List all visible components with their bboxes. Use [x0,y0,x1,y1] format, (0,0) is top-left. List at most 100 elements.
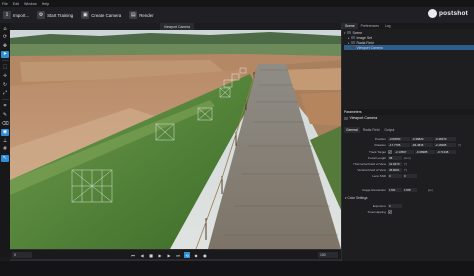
color-settings-section[interactable]: ▾ Color Settings [345,196,368,200]
tree-item-label: Radia Field [356,40,374,45]
hfov-field[interactable]: 41.9270 [388,161,402,166]
param-row-vfov: Vertical Field of View 45.8001 [°] [342,167,474,172]
param-row-track-target: Track Target ✓ -2.13567 -0.68985 -0.7134… [342,149,474,154]
viewport-3d[interactable] [10,30,341,249]
param-label: Exposure [372,203,386,208]
skip-start-icon[interactable]: ⏮ [130,252,136,258]
left-tool-strip: ⌂ ⟳ ✥ ➤ ⬚ ✛ ↻ ⤢ ⌗ ✎ ⌫ ◉ ⟂ # ↖ [0,23,10,257]
parameters-title: Viewport Camera [344,116,377,120]
brush-icon[interactable]: ✎ [1,112,9,119]
tab-log[interactable]: Log [382,23,394,29]
status-bar [0,261,474,276]
param-row-rotation: Rotation -17.7765 -84.4815 -2.18265 [°] [342,142,474,147]
home-icon[interactable]: ⌂ [1,25,9,32]
move-icon[interactable]: ✛ [1,73,9,80]
param-row-exposure: Exposure 0 [342,203,474,208]
select-icon[interactable]: ⬚ [1,64,9,71]
param-label: Horizontal Field of View [353,161,386,166]
keyframe-icon[interactable]: ◆ [193,252,199,258]
stop-icon[interactable]: ■ [148,252,154,258]
tree-item-label: Image Set [356,35,372,40]
unit-label: [°] [404,161,407,166]
pan-icon[interactable]: ✥ [1,42,9,49]
step-back-icon[interactable]: ◀ [139,252,145,258]
rotation-x-field[interactable]: -17.7765 [388,142,410,147]
track-target-y-field[interactable]: -0.68985 [415,149,435,154]
unit-label: [°] [458,142,461,147]
tree-item-viewport-camera[interactable]: Viewport Camera [344,45,474,50]
timeline-start-field[interactable]: 0 [12,252,32,258]
eraser-icon[interactable]: ⌫ [1,120,9,127]
param-label: Vertical Field of View [357,167,386,172]
menu-file[interactable]: File [2,2,8,6]
viewport-tab-bar: Viewport Camera [10,23,341,30]
rotation-y-field[interactable]: -84.4815 [411,142,433,147]
brand-logo: postshot [427,9,468,18]
render-label: Render [139,12,154,18]
lens-shift-x-field[interactable]: 0 [388,173,402,178]
record-icon[interactable]: ● [202,252,208,258]
render-button[interactable]: ▤ Render [129,11,154,19]
pointer-icon[interactable]: ↖ [1,154,9,162]
timeline-end-field[interactable]: 100 [318,252,338,258]
camera-tool-icon[interactable]: ◉ [1,128,9,136]
scale-icon[interactable]: ⤢ [1,90,9,97]
timeline-bar: 0 ⏮ ◀ ■ ▶ ▶ ⏭ ⟲ ◆ ● 100 [10,249,341,261]
grid-icon[interactable]: # [1,146,9,153]
menu-edit[interactable]: Edit [13,2,19,6]
camera-icon [351,46,355,49]
track-target-checkbox[interactable]: ✓ [388,149,392,154]
import-icon: ⇩ [3,11,11,19]
param-label: Track Target [368,149,386,154]
orbit-icon[interactable]: ⟳ [1,34,9,41]
tab-preferences[interactable]: Preferences [358,23,382,29]
color-settings-label: Color Settings [347,196,368,200]
import-button[interactable]: ⇩ Import... [3,11,29,19]
tree-item-label: Viewport Camera [356,45,383,50]
tab-radia-field[interactable]: Radia Field [361,127,382,133]
position-x-field[interactable]: -0.83050 [388,136,410,141]
step-forward-icon[interactable]: ▶ [166,252,172,258]
focal-length-field[interactable]: 38 [388,155,402,160]
resolution-width-field[interactable]: 1781 [388,187,402,192]
crop-icon[interactable]: ⌗ [1,103,9,110]
rotation-z-field[interactable]: -2.18265 [434,142,456,147]
param-row-focal-length: Focal Length 38 [mm] [342,155,474,160]
menu-window[interactable]: Window [24,2,37,6]
start-training-button[interactable]: ⚙ Start Training [37,11,73,19]
param-row-tonemapping: Tonemapping ✓ [342,209,474,214]
skip-end-icon[interactable]: ⏭ [175,252,181,258]
lens-shift-y-field[interactable]: 0 [403,173,417,178]
camera-icon [344,116,348,120]
tool-divider [1,99,9,101]
tree-item-label: Scene [352,30,363,35]
position-y-field[interactable]: -0.38820 [411,136,433,141]
toolbar: ⇩ Import... ⚙ Start Training ▣ Create Ca… [0,7,474,23]
param-label: Rotation [374,142,386,147]
tab-scene[interactable]: Scene [342,23,358,29]
menu-help[interactable]: Help [42,2,49,6]
resolution-height-field[interactable]: 1788 [403,187,417,192]
camera-icon: ▣ [81,11,90,19]
measure-icon[interactable]: ⟂ [1,137,9,144]
rotate-icon[interactable]: ↻ [1,81,9,88]
play-icon[interactable]: ▶ [157,252,163,258]
brand-name: postshot [438,10,468,17]
tonemapping-checkbox[interactable]: ✓ [388,209,392,214]
fly-icon[interactable]: ➤ [1,50,9,58]
track-target-x-field[interactable]: -2.13567 [394,149,414,154]
create-camera-button[interactable]: ▣ Create Camera [81,11,121,19]
exposure-field[interactable]: 0 [388,203,402,208]
vfov-field[interactable]: 45.8001 [388,167,402,172]
tab-viewport-camera[interactable]: Viewport Camera [160,23,194,30]
training-icon: ⚙ [37,11,46,19]
param-row-image-resolution: Image Resolution 1781 1788 [px] [342,187,474,192]
unit-label: [px] [428,187,433,192]
tab-general[interactable]: General [344,127,360,133]
track-target-z-field[interactable]: -0.71348 [436,149,456,154]
position-z-field[interactable]: -0.38370 [434,136,456,141]
parameters-header: Parameters [342,109,474,115]
loop-icon[interactable]: ⟲ [184,252,190,258]
image-set-icon [351,36,355,39]
tab-output[interactable]: Output [382,127,396,133]
